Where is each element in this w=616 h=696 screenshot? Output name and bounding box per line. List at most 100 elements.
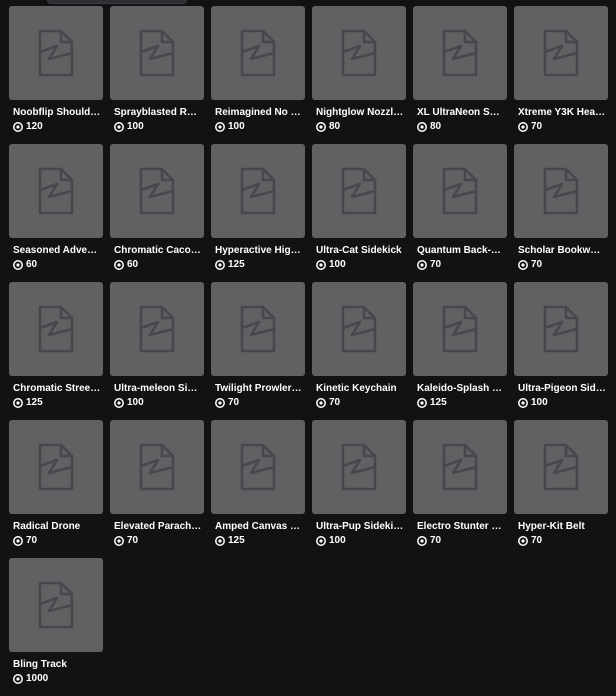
coin-icon [215, 122, 225, 132]
image-placeholder-icon [341, 167, 377, 215]
item-thumbnail [211, 282, 305, 376]
catalog-item[interactable]: Ultra-Pigeon Sidekick 100 [514, 282, 608, 420]
catalog-item[interactable]: Sprayblasted Roadster 100 [110, 6, 204, 144]
coin-icon [518, 398, 528, 408]
item-price-value: 70 [329, 397, 341, 408]
catalog-item[interactable]: Twilight Prowler Pack 70 [211, 282, 305, 420]
image-placeholder-icon [38, 167, 74, 215]
catalog-item[interactable]: Chromatic Cacophony 60 [110, 144, 204, 282]
catalog-item[interactable]: Xtreme Y3K Headgear 70 [514, 6, 608, 144]
item-thumbnail [413, 6, 507, 100]
item-name: Ultra-meleon Sidekick [114, 383, 202, 394]
item-thumbnail [9, 420, 103, 514]
image-placeholder-icon [38, 443, 74, 491]
item-price-value: 125 [430, 397, 447, 408]
item-price: 70 [13, 535, 37, 547]
item-price: 70 [316, 397, 340, 409]
item-price-value: 70 [531, 121, 543, 132]
coin-icon [215, 398, 225, 408]
item-name: Xtreme Y3K Headgear [518, 107, 606, 118]
item-thumbnail [9, 144, 103, 238]
item-name: Kinetic Keychain [316, 383, 397, 394]
image-placeholder-icon [442, 443, 478, 491]
coin-icon [13, 398, 23, 408]
item-price: 125 [417, 397, 447, 409]
catalog-item[interactable]: Hyper-Kit Belt 70 [514, 420, 608, 558]
item-thumbnail [413, 144, 507, 238]
item-price-value: 100 [329, 259, 346, 270]
item-price-value: 100 [127, 121, 144, 132]
item-price-value: 100 [127, 397, 144, 408]
item-price-value: 70 [228, 397, 240, 408]
image-placeholder-icon [442, 29, 478, 77]
top-tab-indicator [47, 0, 187, 4]
item-thumbnail [514, 420, 608, 514]
catalog-item[interactable]: Ultra-Cat Sidekick 100 [312, 144, 406, 282]
image-placeholder-icon [38, 305, 74, 353]
catalog-item[interactable]: Reimagined No Sweat 100 [211, 6, 305, 144]
coin-icon [13, 122, 23, 132]
image-placeholder-icon [240, 305, 276, 353]
item-price-value: 100 [531, 397, 548, 408]
coin-icon [13, 674, 23, 684]
item-price-value: 80 [329, 121, 341, 132]
catalog-item[interactable]: Seasoned Adventurer 60 [9, 144, 103, 282]
item-price-value: 70 [531, 259, 543, 270]
catalog-item[interactable]: XL UltraNeon Spray 80 [413, 6, 507, 144]
item-price: 100 [114, 121, 144, 133]
item-name: Elevated Parachute [114, 521, 202, 532]
item-price-value: 60 [26, 259, 38, 270]
item-thumbnail [211, 420, 305, 514]
item-price-value: 80 [430, 121, 442, 132]
item-name: Hyperactive Highlights [215, 245, 303, 256]
catalog-item[interactable]: Scholar Bookworm 70 [514, 144, 608, 282]
coin-icon [316, 398, 326, 408]
item-thumbnail [514, 6, 608, 100]
image-placeholder-icon [139, 443, 175, 491]
item-price-value: 100 [228, 121, 245, 132]
catalog-item[interactable]: Quantum Back-Hat 70 [413, 144, 507, 282]
item-price-value: 70 [430, 259, 442, 270]
coin-icon [316, 536, 326, 546]
catalog-item[interactable]: Noobflip Shoulder Pet 120 [9, 6, 103, 144]
item-thumbnail [514, 144, 608, 238]
catalog-item[interactable]: Ultra-meleon Sidekick 100 [110, 282, 204, 420]
image-placeholder-icon [543, 443, 579, 491]
item-name: Electro Stunter Helmet [417, 521, 505, 532]
image-placeholder-icon [139, 29, 175, 77]
item-grid: Noobflip Shoulder Pet 120 Sprayblasted R… [9, 6, 608, 696]
coin-icon [518, 536, 528, 546]
item-price: 70 [417, 535, 441, 547]
coin-icon [215, 536, 225, 546]
image-placeholder-icon [543, 167, 579, 215]
catalog-item[interactable]: Elevated Parachute 70 [110, 420, 204, 558]
item-thumbnail [110, 420, 204, 514]
item-name: Bling Track [13, 659, 67, 670]
catalog-item[interactable]: Ultra-Pup Sidekick 100 [312, 420, 406, 558]
catalog-item[interactable]: Hyperactive Highlights 125 [211, 144, 305, 282]
item-price: 100 [114, 397, 144, 409]
catalog-item[interactable]: Amped Canvas Board 125 [211, 420, 305, 558]
catalog-item[interactable]: Electro Stunter Helmet 70 [413, 420, 507, 558]
coin-icon [316, 122, 326, 132]
catalog-item[interactable]: Kinetic Keychain 70 [312, 282, 406, 420]
image-placeholder-icon [543, 29, 579, 77]
coin-icon [114, 122, 124, 132]
catalog-item[interactable]: Nightglow Nozzlehead 80 [312, 6, 406, 144]
catalog-item[interactable]: Kaleido-Splash Cap 125 [413, 282, 507, 420]
coin-icon [518, 122, 528, 132]
item-price-value: 100 [329, 535, 346, 546]
catalog-item[interactable]: Radical Drone 70 [9, 420, 103, 558]
coin-icon [13, 260, 23, 270]
item-name: Nightglow Nozzlehead [316, 107, 404, 118]
coin-icon [114, 398, 124, 408]
item-thumbnail [312, 420, 406, 514]
item-price-value: 60 [127, 259, 139, 270]
item-thumbnail [312, 144, 406, 238]
item-price: 70 [215, 397, 239, 409]
catalog-item[interactable]: Bling Track 1000 [9, 558, 103, 696]
item-thumbnail [312, 282, 406, 376]
catalog-item[interactable]: Chromatic Streetwear 125 [9, 282, 103, 420]
coin-icon [215, 260, 225, 270]
item-price: 100 [316, 259, 346, 271]
